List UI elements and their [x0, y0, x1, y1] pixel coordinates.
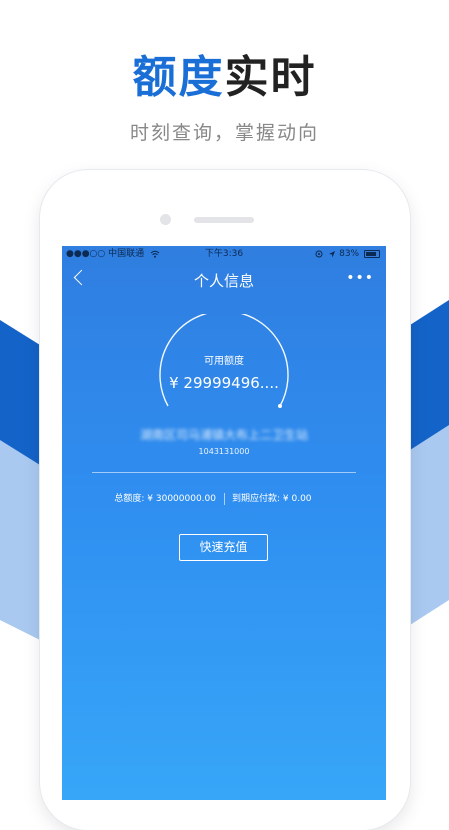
app-screen: ●●●○○ 中国联通 下午3:36 83% 个人信息 ••• 可用额度 ¥ 29…	[62, 246, 386, 800]
page-title: 个人信息	[193, 272, 254, 290]
more-dots-icon[interactable]: •••	[346, 270, 374, 286]
location-arrow-icon	[329, 250, 336, 257]
status-bar: ●●●○○ 中国联通 下午3:36 83%	[62, 246, 386, 262]
earpiece-speaker	[194, 217, 254, 223]
headline-accent: 额度	[132, 52, 225, 103]
summary-separator	[224, 493, 225, 505]
available-credit-value: ¥ 29999496....	[169, 374, 279, 392]
front-camera	[160, 214, 171, 225]
amount-due: 到期应付款: ¥ 0.00	[232, 494, 312, 504]
total-credit: 总额度: ¥ 30000000.00	[114, 494, 216, 504]
headline-rest: 实时	[224, 52, 317, 103]
available-credit-label: 可用额度	[204, 356, 244, 367]
station-name: 湖南区司马浦镇大布上二卫生站	[139, 428, 308, 442]
credit-gauge-arc	[159, 314, 289, 408]
nav-bar: 个人信息 •••	[62, 264, 386, 294]
status-right: 83%	[315, 246, 380, 262]
station-code: 1043131000	[198, 447, 250, 456]
battery-percent: 83%	[339, 249, 360, 259]
divider	[92, 472, 356, 473]
battery-icon	[364, 249, 380, 258]
quick-recharge-button[interactable]: 快速充值	[179, 534, 268, 561]
promo-headline: 额度实时	[0, 52, 449, 104]
credit-summary: 总额度: ¥ 30000000.00 到期应付款: ¥ 0.00	[62, 492, 386, 506]
alarm-icon	[315, 250, 323, 257]
promo-subheadline: 时刻查询，掌握动向	[129, 122, 319, 144]
